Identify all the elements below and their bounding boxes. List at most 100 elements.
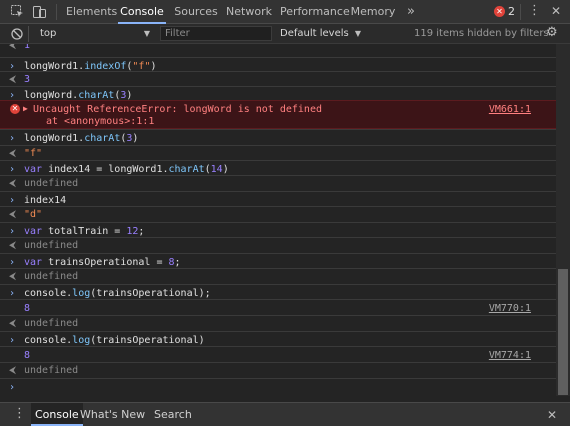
context-value: top <box>40 28 57 39</box>
tab-sources[interactable]: Sources <box>172 0 220 24</box>
console-input-row: › console.log(trainsOperational); <box>0 284 556 299</box>
chevron-down-icon: ▼ <box>143 29 150 38</box>
prompt-chevron-icon: › <box>9 335 16 346</box>
console-prompt-input[interactable] <box>24 382 524 394</box>
kebab-menu-icon[interactable]: ⋮ <box>528 4 541 17</box>
toolbar-divider <box>28 26 29 42</box>
console-prompt-row[interactable]: › <box>0 378 556 396</box>
result-value: 1 <box>24 44 31 51</box>
console-settings-gear-icon[interactable]: ⚙ <box>546 26 558 39</box>
input-command: longWord1.charAt(3) <box>24 133 139 144</box>
error-stack: at <anonymous>:1:1 <box>46 116 155 127</box>
console-result-row: ⮜ 1 <box>0 44 556 51</box>
result-value: undefined <box>24 318 79 329</box>
drawer-tab-search[interactable]: Search <box>154 403 192 426</box>
console-result-row: ⮜ undefined <box>0 175 556 190</box>
device-toolbar-icon[interactable] <box>33 5 46 20</box>
prompt-chevron-icon: › <box>9 164 16 175</box>
result-value: "d" <box>24 209 43 220</box>
inspect-element-icon[interactable] <box>11 5 24 20</box>
toolbar-divider <box>520 4 521 20</box>
hidden-items-info: 119 items hidden by filters <box>414 28 549 39</box>
close-devtools-icon[interactable]: ✕ <box>551 5 561 17</box>
drawer-menu-icon[interactable]: ⋮ <box>13 407 26 420</box>
console-result-row: ⮜ undefined <box>0 315 556 330</box>
log-source-link[interactable]: VM770:1 <box>489 303 531 314</box>
context-selector[interactable]: top ▼ <box>34 26 150 41</box>
chevron-down-icon: ▼ <box>354 29 362 38</box>
result-arrow-icon: ⮜ <box>9 148 17 159</box>
console-input-row: › longWord1.charAt(3) <box>0 129 556 145</box>
input-command: console.log(trainsOperational); <box>24 288 211 299</box>
console-result-row: ⮜ undefined <box>0 237 556 252</box>
console-input-row: › longWord.charAt(3) <box>0 86 556 101</box>
result-value: undefined <box>24 178 79 189</box>
result-arrow-icon: ⮜ <box>9 209 17 220</box>
result-value: undefined <box>24 240 79 251</box>
tab-network[interactable]: Network <box>226 0 272 24</box>
expand-triangle-icon[interactable]: ▶ <box>23 104 28 113</box>
prompt-chevron-icon: › <box>9 257 16 268</box>
result-arrow-icon: ⮜ <box>9 240 17 251</box>
filter-input[interactable]: Filter <box>160 26 272 41</box>
drawer-tab-whats-new-label: What's New <box>80 408 146 421</box>
drawer-tab-console[interactable]: Console <box>31 403 83 426</box>
input-command: var trainsOperational = 8; <box>24 257 181 268</box>
log-levels-dropdown[interactable]: Default levels ▼ <box>280 26 361 41</box>
console-result-row: ⮜ undefined <box>0 362 556 377</box>
console-result-row: ⮜ 3 <box>0 71 556 86</box>
tab-performance[interactable]: Performance <box>280 0 350 24</box>
error-circle-icon: ✕ <box>494 6 505 17</box>
drawer-tab-whats-new[interactable]: What's New <box>80 403 145 426</box>
input-command: console.log(trainsOperational) <box>24 335 205 346</box>
close-drawer-icon[interactable]: ✕ <box>547 409 557 421</box>
result-arrow-icon: ⮜ <box>9 178 17 189</box>
more-tabs-icon[interactable]: » <box>404 0 418 24</box>
prompt-chevron-icon: › <box>9 382 16 393</box>
tab-elements[interactable]: Elements <box>66 0 117 24</box>
log-value: 8 <box>24 303 31 314</box>
result-value: undefined <box>24 365 79 376</box>
log-source-link[interactable]: VM774:1 <box>489 350 531 361</box>
result-value: "f" <box>24 148 43 159</box>
console-log-row: 8 VM774:1 <box>0 346 556 362</box>
toolbar-divider <box>56 4 57 20</box>
error-message: Uncaught ReferenceError: longWord is not… <box>33 104 322 115</box>
result-arrow-icon: ⮜ <box>9 365 17 376</box>
console-toolbar: top ▼ Filter Default levels ▼ 119 items … <box>0 24 570 44</box>
console-input-row: › index14 <box>0 191 556 206</box>
prompt-chevron-icon: › <box>9 133 16 144</box>
clear-console-icon[interactable] <box>11 28 23 42</box>
result-arrow-icon: ⮜ <box>9 44 17 51</box>
input-command: var index14 = longWord1.charAt(14) <box>24 164 229 175</box>
devtools-tab-bar: Elements Console Sources Network Perform… <box>0 0 570 24</box>
error-source-link[interactable]: VM661:1 <box>489 104 531 115</box>
result-value: undefined <box>24 271 79 282</box>
input-command: var totalTrain = 12; <box>24 226 145 237</box>
console-input-row: › var index14 = longWord1.charAt(14) <box>0 160 556 175</box>
drawer-tab-bar: ⋮ Console What's New Search ✕ <box>0 402 570 426</box>
error-circle-icon: ✕ <box>10 104 20 114</box>
console-error-row: ✕ ▶ Uncaught ReferenceError: longWord is… <box>0 100 556 129</box>
prompt-chevron-icon: › <box>9 226 16 237</box>
result-arrow-icon: ⮜ <box>9 318 17 329</box>
log-levels-label: Default levels <box>280 28 349 39</box>
prompt-chevron-icon: › <box>9 288 16 299</box>
prompt-chevron-icon: › <box>9 195 16 206</box>
result-arrow-icon: ⮜ <box>9 271 17 282</box>
console-input-row: › console.log(trainsOperational) <box>0 331 556 346</box>
console-result-row: ⮜ "d" <box>0 206 556 221</box>
log-value: 8 <box>24 350 31 361</box>
tab-memory[interactable]: Memory <box>350 0 396 24</box>
console-input-row: › var trainsOperational = 8; <box>0 253 556 268</box>
console-log-row: 8 VM770:1 <box>0 299 556 315</box>
console-log[interactable]: ⮜ 1 › longWord1.indexOf("f") ⮜ 3 › longW… <box>0 44 556 396</box>
result-arrow-icon: ⮜ <box>9 74 17 85</box>
input-command: index14 <box>24 195 67 206</box>
console-result-row: ⮜ undefined <box>0 268 556 283</box>
scrollbar-thumb[interactable] <box>558 269 568 395</box>
console-result-row: ⮜ "f" <box>0 145 556 160</box>
console-input-row: › var totalTrain = 12; <box>0 222 556 237</box>
tab-console[interactable]: Console <box>118 0 166 24</box>
result-value: 3 <box>24 74 31 85</box>
